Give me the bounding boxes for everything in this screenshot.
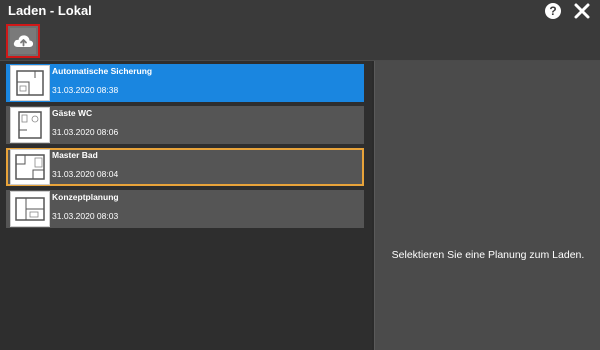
close-icon [574,3,590,19]
plan-item-gaeste-wc[interactable]: Gäste WC 31.03.2020 08:06 [6,106,364,144]
plan-name: Master Bad [52,150,98,160]
plan-date: 31.03.2020 08:04 [52,169,119,179]
plan-item-konzeptplanung[interactable]: Konzeptplanung 31.03.2020 08:03 [6,190,364,228]
floorplan-thumbnail [10,149,50,185]
title-bar: Laden - Lokal ? [0,0,600,22]
window-title: Laden - Lokal [8,3,92,18]
plan-name: Konzeptplanung [52,192,119,202]
plan-detail-panel: Selektieren Sie eine Planung zum Laden. [374,61,600,350]
toolbar [0,22,600,60]
cloud-upload-icon [13,35,34,47]
upload-button[interactable] [6,24,40,58]
plan-list: Automatische Sicherung 31.03.2020 08:38 … [0,61,372,350]
help-button[interactable]: ? [545,3,561,19]
plan-item-automatische-sicherung[interactable]: Automatische Sicherung 31.03.2020 08:38 [6,64,364,102]
plan-date: 31.03.2020 08:03 [52,211,119,221]
upload-button-face [10,28,36,54]
floorplan-thumbnail [10,65,50,101]
plan-date: 31.03.2020 08:38 [52,85,119,95]
floorplan-thumbnail [10,107,50,143]
plan-item-master-bad[interactable]: Master Bad 31.03.2020 08:04 [6,148,364,186]
plan-name: Automatische Sicherung [52,66,153,76]
empty-selection-message: Selektieren Sie eine Planung zum Laden. [391,249,585,261]
floorplan-thumbnail [10,191,50,227]
plan-date: 31.03.2020 08:06 [52,127,119,137]
close-button[interactable] [572,1,592,21]
plan-name: Gäste WC [52,108,93,118]
